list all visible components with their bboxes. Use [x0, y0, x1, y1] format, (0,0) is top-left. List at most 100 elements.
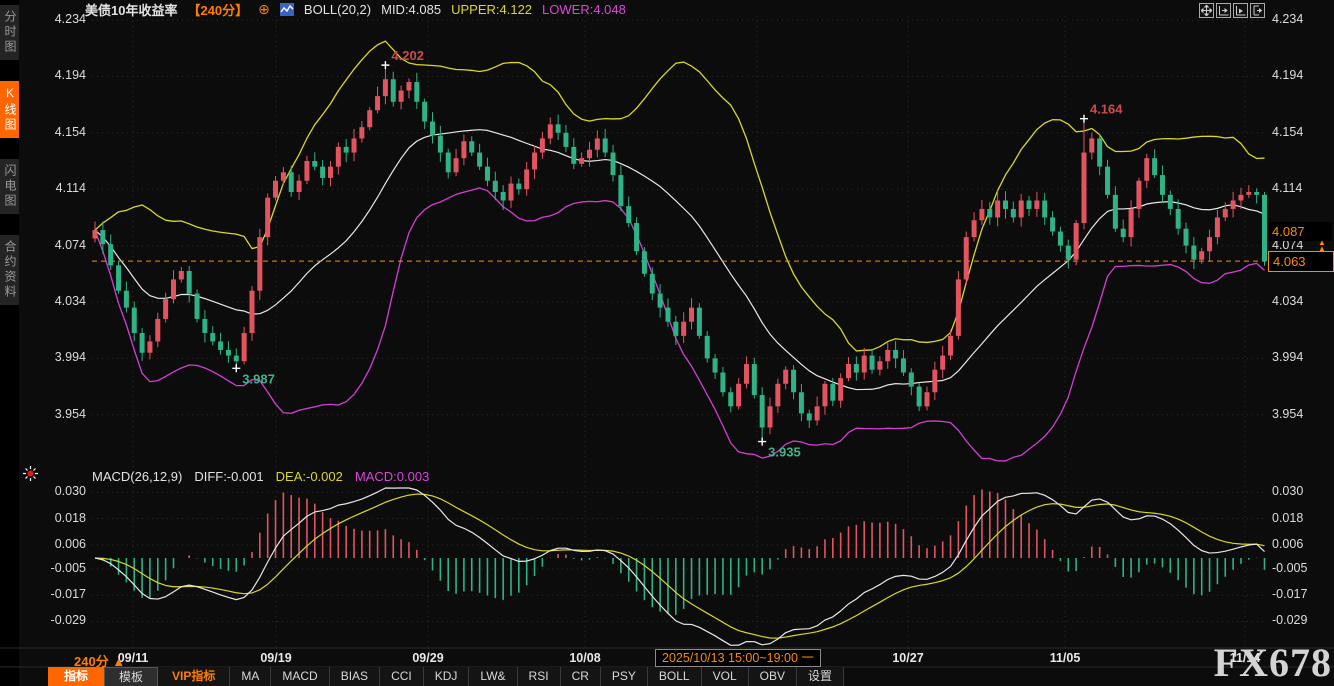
candle-body: [736, 384, 741, 407]
toolbar-item-BIAS[interactable]: BIAS: [330, 667, 380, 686]
x-axis-tick-label: 10/08: [569, 651, 600, 665]
toolbar-item-LW&[interactable]: LW&: [469, 667, 517, 686]
candle-body: [328, 167, 333, 178]
toolbar-item-OBV[interactable]: OBV: [749, 667, 797, 686]
price-axis-label-right: 4.034: [1272, 294, 1328, 308]
toolbar-item-指标[interactable]: 指标: [48, 667, 104, 686]
candle-body: [454, 158, 459, 172]
candle-body: [885, 350, 890, 361]
x-axis-tick-label: 10/27: [892, 651, 923, 665]
candle-body: [147, 341, 152, 352]
candle-body: [1207, 237, 1212, 251]
macd-axis-label-left: 0.018: [38, 511, 86, 525]
candle-body: [1160, 175, 1165, 195]
macd-axis-label-left: -0.029: [38, 613, 86, 627]
candle-body: [406, 82, 411, 90]
window-controls: [1199, 3, 1265, 18]
pan-icon[interactable]: [1199, 3, 1214, 18]
boll-lower-value: LOWER:4.048: [542, 2, 626, 17]
extreme-marker-icon: [758, 438, 766, 446]
candle-body: [713, 358, 718, 372]
candle-body: [556, 124, 561, 132]
candle-body: [940, 356, 945, 370]
candle-body: [1238, 195, 1243, 201]
macd-axis-label-right: -0.017: [1272, 587, 1328, 601]
candle-body: [964, 237, 969, 279]
toolbar-item-VIP指标[interactable]: VIP指标: [158, 667, 230, 686]
price-axis-label-left: 3.954: [38, 407, 86, 421]
candle-body: [972, 220, 977, 237]
candle-body: [210, 333, 215, 341]
macd-axis-label-left: -0.005: [38, 561, 86, 575]
candle-body: [532, 153, 537, 170]
candle-body: [265, 198, 270, 237]
candle-body: [249, 291, 254, 333]
toolbar-item-CR[interactable]: CR: [561, 667, 601, 686]
price-axis-label-right: 4.194: [1272, 68, 1328, 82]
chart-type-icon[interactable]: [280, 3, 294, 16]
toolbar-item-RSI[interactable]: RSI: [518, 667, 561, 686]
candle-body: [768, 406, 773, 427]
toolbar-item-PSY[interactable]: PSY: [601, 667, 648, 686]
x-axis-tick-label: 09/19: [260, 651, 291, 665]
axis-play-icon[interactable]: [1233, 3, 1248, 18]
candle-body: [924, 392, 929, 406]
candle-body: [611, 153, 616, 176]
candle-body: [1152, 158, 1157, 175]
candle-body: [791, 370, 796, 393]
x-axis-tick-label: 11/05: [1050, 651, 1081, 665]
candle-body: [917, 387, 922, 407]
candle-body: [1105, 167, 1110, 195]
price-axis-label-left: 3.994: [38, 350, 86, 364]
toolbar-item-MACD[interactable]: MACD: [271, 667, 329, 686]
scroll-latest-icon[interactable]: ▲▲: [1318, 240, 1326, 252]
extreme-value-label: 3.935: [768, 445, 801, 460]
candle-body: [155, 319, 160, 342]
candle-body: [822, 384, 827, 407]
candle-body: [93, 230, 98, 238]
candle-body: [689, 308, 694, 322]
candle-body: [312, 161, 317, 167]
candle-body: [540, 138, 545, 152]
price-axis-label-left: 4.154: [38, 125, 86, 139]
candle-body: [359, 127, 364, 138]
toolbar-item-设置[interactable]: 设置: [797, 667, 844, 686]
candle-body: [367, 110, 372, 127]
candle-body: [948, 336, 953, 356]
candle-body: [618, 175, 623, 206]
candle-body: [728, 392, 733, 406]
toolbar-item-模板[interactable]: 模板: [104, 667, 158, 686]
candle-body: [187, 271, 192, 294]
indicator-flag-icon[interactable]: [23, 466, 38, 486]
axis-compress-icon[interactable]: [1216, 3, 1231, 18]
candle-body: [697, 308, 702, 336]
candle-body: [901, 358, 906, 372]
candle-body: [995, 200, 1000, 217]
candle-body: [1027, 200, 1032, 208]
candle-body: [1113, 195, 1118, 229]
trading-app-window: 4.2023.9873.9354.164 分时图 K线图 闪电图 合约资料 美债…: [0, 0, 1334, 686]
page-forward-icon[interactable]: [1250, 3, 1265, 18]
add-indicator-icon[interactable]: ⊕: [258, 1, 270, 18]
candle-body: [838, 378, 843, 401]
toolbar-item-VOL[interactable]: VOL: [702, 667, 749, 686]
candle-body: [1042, 200, 1047, 217]
price-axis-label-right: 4.154: [1272, 125, 1328, 139]
toolbar-item-CCI[interactable]: CCI: [380, 667, 424, 686]
x-axis-tick-label: 09/29: [412, 651, 443, 665]
chart-canvas[interactable]: 4.2023.9873.9354.164: [0, 0, 1334, 686]
candle-body: [1019, 200, 1024, 217]
toolbar-item-KDJ[interactable]: KDJ: [424, 667, 470, 686]
candle-body: [163, 299, 168, 319]
candle-body: [297, 181, 302, 192]
current-price-tag: 4.063: [1268, 251, 1334, 272]
candle-body: [1066, 246, 1071, 260]
candle-body: [438, 136, 443, 153]
candle-body: [289, 172, 294, 192]
candle-body: [1011, 209, 1016, 217]
candle-body: [516, 184, 521, 190]
price-axis-label-right: 3.994: [1272, 350, 1328, 364]
toolbar-item-MA[interactable]: MA: [230, 667, 271, 686]
extreme-value-label: 4.202: [391, 48, 424, 63]
toolbar-item-BOLL[interactable]: BOLL: [648, 667, 702, 686]
